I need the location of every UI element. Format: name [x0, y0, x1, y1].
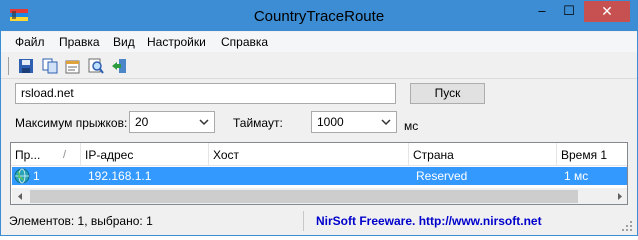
toolbar-grip [8, 57, 9, 75]
scroll-left-arrow[interactable] [12, 188, 29, 204]
status-divider [303, 211, 304, 231]
column-country[interactable]: Страна [409, 143, 557, 166]
cell-time1: 1 мс [564, 169, 589, 183]
chevron-down-icon [381, 119, 391, 126]
close-button[interactable]: ✕ [584, 1, 630, 22]
chevron-down-icon [199, 119, 209, 126]
resize-grip-icon[interactable] [621, 220, 633, 232]
timeout-value: 1000 [317, 115, 344, 129]
copy-icon[interactable] [42, 58, 58, 74]
app-window: CountryTraceRoute – ☐ ✕ Файл Правка Вид … [0, 0, 638, 236]
chevron-right-icon [618, 193, 622, 200]
table-header: Пр... / IP-адрес Хост Страна Время 1 [11, 143, 627, 166]
column-time1[interactable]: Время 1 [557, 143, 627, 166]
cell-ip: 192.168.1.1 [88, 169, 152, 183]
globe-icon [14, 168, 30, 184]
column-ip[interactable]: IP-адрес [81, 143, 209, 166]
horizontal-scrollbar[interactable] [12, 188, 627, 204]
menu-edit[interactable]: Правка [59, 34, 100, 50]
menu-view[interactable]: Вид [113, 34, 135, 50]
timeout-select[interactable]: 1000 [311, 111, 397, 133]
nirsoft-link[interactable]: NirSoft Freeware. http://www.nirsoft.net [316, 214, 542, 228]
timeout-label: Таймаут: [233, 116, 283, 130]
status-items: Элементов: 1, выбрано: 1 [9, 214, 153, 228]
max-hops-value: 20 [135, 115, 149, 129]
cell-hop: 1 [33, 169, 40, 183]
timeout-unit: мс [404, 119, 419, 133]
menu-file[interactable]: Файл [15, 34, 45, 50]
cell-country: Reserved [416, 169, 468, 183]
table-row[interactable]: 1 192.168.1.1 Reserved 1 мс [12, 167, 627, 185]
sort-indicator: / [63, 149, 67, 161]
menu-bar: Файл Правка Вид Настройки Справка [1, 32, 637, 52]
column-host[interactable]: Хост [209, 143, 409, 166]
chevron-left-icon [18, 193, 22, 200]
properties-icon[interactable] [65, 58, 81, 74]
toolbar [1, 53, 637, 79]
maximize-button[interactable]: ☐ [556, 1, 582, 22]
menu-help[interactable]: Справка [221, 34, 268, 50]
scroll-thumb[interactable] [30, 190, 578, 203]
status-bar: Элементов: 1, выбрано: 1 NirSoft Freewar… [1, 207, 637, 235]
column-hop[interactable]: Пр... [11, 143, 81, 166]
scroll-right-arrow[interactable] [611, 188, 627, 204]
run-button[interactable]: Пуск [410, 83, 485, 104]
title-bar[interactable]: CountryTraceRoute – ☐ ✕ [1, 1, 637, 31]
max-hops-label: Максимум прыжков: [15, 116, 128, 130]
exit-icon[interactable] [111, 58, 127, 74]
results-table: Пр... / IP-адрес Хост Страна Время 1 1 1… [10, 142, 628, 205]
find-icon[interactable] [88, 58, 104, 74]
menu-settings[interactable]: Настройки [147, 34, 206, 50]
host-input[interactable]: rsload.net [15, 83, 396, 104]
save-icon[interactable] [18, 58, 34, 74]
minimize-button[interactable]: – [528, 1, 556, 22]
max-hops-select[interactable]: 20 [129, 111, 215, 133]
